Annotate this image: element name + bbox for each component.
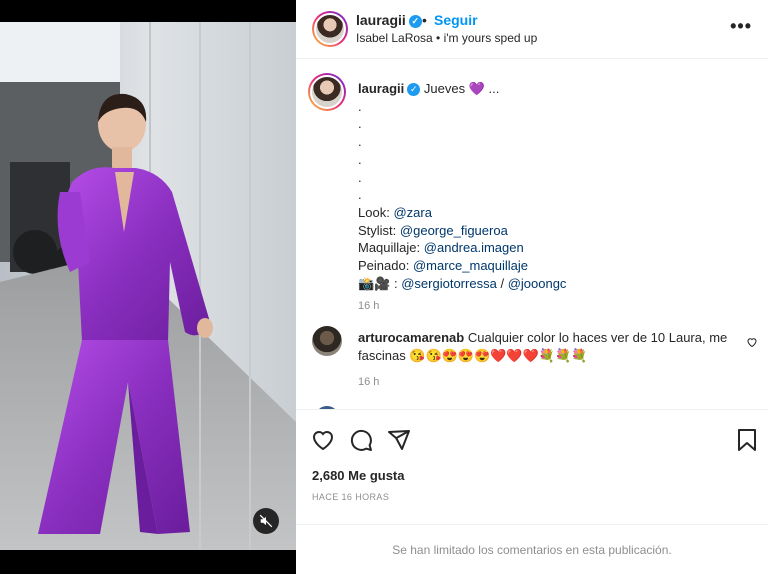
- comment: arturocamarenab Cualquier color lo haces…: [358, 329, 738, 391]
- photo-separator: /: [500, 275, 505, 291]
- caption-timestamp[interactable]: 16 h: [358, 298, 748, 316]
- follow-button[interactable]: Seguir: [434, 12, 478, 28]
- caption-author-avatar[interactable]: [308, 73, 346, 111]
- mute-toggle-button[interactable]: [253, 508, 279, 534]
- commenter-avatar[interactable]: [312, 326, 342, 356]
- verified-badge-icon: ✓: [407, 83, 421, 96]
- caption-dot: .: [358, 169, 362, 185]
- photo-mention-link-2[interactable]: @jooongc: [508, 276, 567, 291]
- hair-mention-link[interactable]: @marce_maquillaje: [413, 258, 528, 273]
- action-bar: 2,680 Me gusta HACE 16 HORAS Se han limi…: [296, 409, 768, 574]
- caption-username[interactable]: lauragii: [358, 81, 404, 96]
- hair-label: Peinado:: [358, 258, 410, 274]
- caption-text: Jueves 💜 ...: [423, 81, 500, 96]
- caption-dot: .: [358, 134, 362, 150]
- makeup-mention-link[interactable]: @andrea.imagen: [424, 240, 524, 255]
- stylist-label: Stylist:: [358, 222, 397, 238]
- comments-limited-notice: Se han limitado los comentarios en esta …: [296, 524, 768, 575]
- post-dialog: lauragii ✓ • Seguir Isabel LaRosa • i'm y…: [0, 0, 768, 574]
- media-panel: [0, 0, 296, 574]
- look-mention-link[interactable]: @zara: [393, 205, 432, 220]
- comment-username[interactable]: arturocamarenab: [358, 330, 464, 345]
- bookmark-icon[interactable]: [736, 428, 758, 452]
- look-label: Look:: [358, 204, 390, 220]
- caption-dot: .: [358, 98, 362, 114]
- makeup-label: Maquillaje:: [358, 240, 421, 256]
- likes-count[interactable]: 2,680 Me gusta: [312, 468, 405, 483]
- author-avatar[interactable]: [312, 11, 348, 47]
- header-separator: •: [422, 12, 427, 28]
- audio-track-link[interactable]: Isabel LaRosa • i'm yours sped up: [356, 31, 537, 45]
- author-username[interactable]: lauragii ✓: [356, 12, 422, 28]
- caption: lauragii ✓ Jueves 💜 ... . . . . . . Look:…: [358, 80, 748, 316]
- caption-dot: .: [358, 151, 362, 167]
- heart-icon[interactable]: [311, 428, 335, 452]
- more-options-icon[interactable]: •••: [730, 16, 752, 37]
- side-panel: lauragii ✓ • Seguir Isabel LaRosa • i'm y…: [296, 0, 768, 574]
- verified-badge-icon: ✓: [408, 15, 422, 28]
- stylist-mention-link[interactable]: @george_figueroa: [400, 223, 508, 238]
- post-video[interactable]: [0, 22, 296, 550]
- photo-label: 📸🎥 :: [358, 275, 398, 291]
- comment-like-heart-icon[interactable]: [746, 336, 758, 348]
- caption-dot: .: [358, 187, 362, 203]
- paper-plane-icon[interactable]: [387, 428, 411, 452]
- comment-icon[interactable]: [349, 428, 373, 452]
- post-age[interactable]: HACE 16 HORAS: [312, 492, 389, 502]
- comments-scroll-area[interactable]: lauragii ✓ Jueves 💜 ... . . . . . . Look:…: [296, 59, 768, 409]
- caption-dot: .: [358, 116, 362, 132]
- muted-speaker-icon: [259, 514, 273, 528]
- comment-timestamp[interactable]: 16 h: [358, 373, 738, 391]
- video-frame-illustration: [0, 22, 296, 550]
- photo-mention-link-1[interactable]: @sergiotorressa: [401, 276, 497, 291]
- post-header: lauragii ✓ • Seguir Isabel LaRosa • i'm y…: [296, 0, 768, 59]
